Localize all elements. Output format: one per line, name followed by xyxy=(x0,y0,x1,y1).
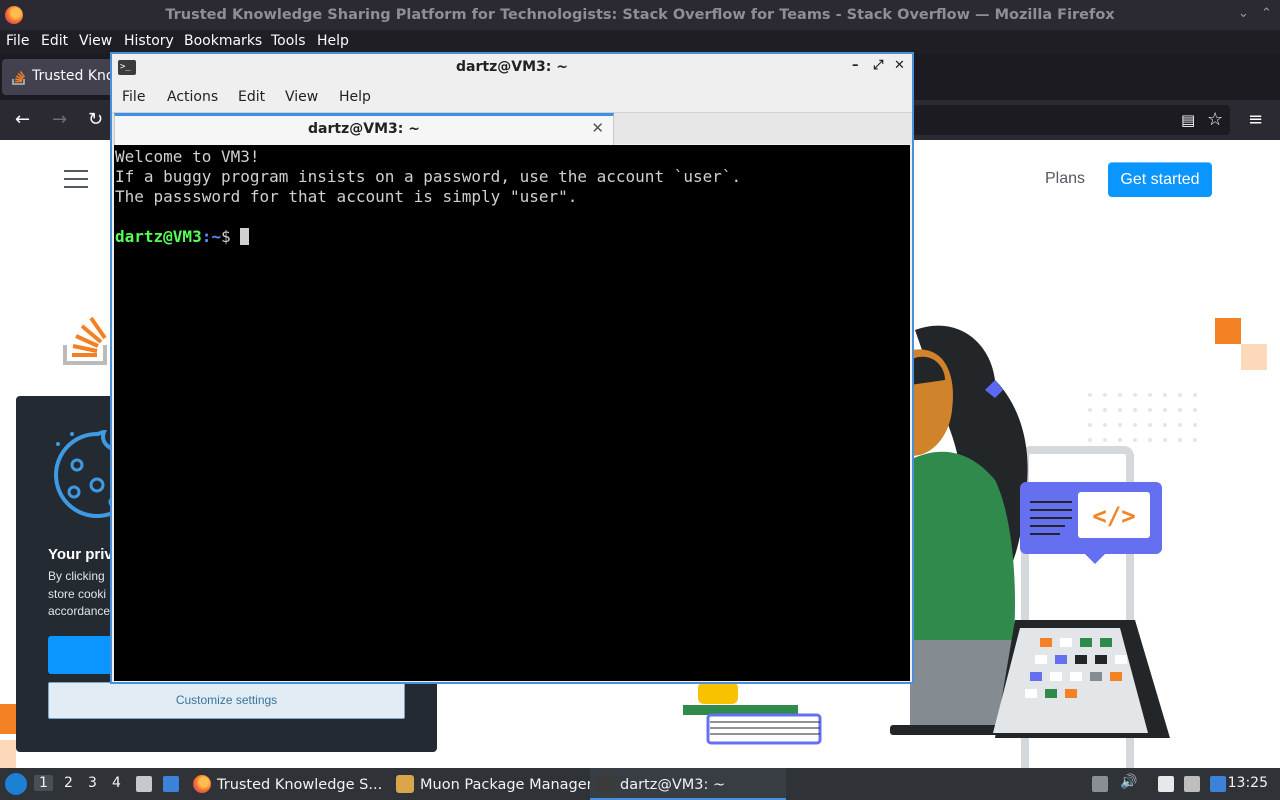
hamburger-menu-icon[interactable] xyxy=(64,170,88,188)
terminal-menu-view[interactable]: View xyxy=(285,89,318,105)
task-label: dartz@VM3: ~ xyxy=(620,777,726,793)
customize-settings-button[interactable]: Customize settings xyxy=(48,682,405,719)
workspace-3[interactable]: 3 xyxy=(88,775,97,791)
terminal-menu-actions[interactable]: Actions xyxy=(167,89,218,105)
task-label: Muon Package Manager xyxy=(420,777,593,793)
tray-up-icon[interactable] xyxy=(1092,776,1108,792)
close-tab-icon[interactable]: ✕ xyxy=(591,119,604,137)
forward-button[interactable]: → xyxy=(52,109,67,130)
taskbar: 1 2 3 4 Trusted Knowledge S... Muon Pack… xyxy=(0,768,1280,800)
reload-button[interactable]: ↻ xyxy=(88,109,103,130)
clipboard-icon[interactable] xyxy=(1158,776,1174,792)
menu-bookmarks[interactable]: Bookmarks xyxy=(184,33,262,49)
start-menu-icon[interactable] xyxy=(5,773,27,795)
updates-icon[interactable] xyxy=(1210,776,1226,792)
prompt-user: dartz@VM3 xyxy=(115,227,202,246)
task-firefox[interactable]: Trusted Knowledge S... xyxy=(193,768,382,800)
terminal-tabbar: dartz@VM3: ~ ✕ xyxy=(112,112,912,145)
menu-file[interactable]: File xyxy=(6,33,29,49)
menu-view[interactable]: View xyxy=(79,33,112,49)
terminal-line: The passsword for that account is simply… xyxy=(115,187,578,206)
app-menu-icon[interactable]: ≡ xyxy=(1248,109,1263,130)
stackoverflow-logo-icon xyxy=(63,316,107,365)
terminal-icon xyxy=(596,775,614,793)
stackoverflow-favicon-icon xyxy=(12,70,26,85)
decorative-block xyxy=(0,704,16,734)
menu-tools[interactable]: Tools xyxy=(271,33,306,49)
terminal-line: Welcome to VM3! xyxy=(115,147,260,166)
menu-help[interactable]: Help xyxy=(317,33,349,49)
terminal-tab-label: dartz@VM3: ~ xyxy=(308,121,420,137)
plans-link[interactable]: Plans xyxy=(1045,170,1085,188)
task-muon[interactable]: Muon Package Manager xyxy=(396,768,593,800)
firefox-menubar: File Edit View History Bookmarks Tools H… xyxy=(0,30,1280,54)
volume-icon[interactable]: 🔊 xyxy=(1120,774,1137,790)
cookie-heading: Your priv xyxy=(48,546,113,563)
get-started-button[interactable]: Get started xyxy=(1108,162,1212,197)
workspace-2[interactable]: 2 xyxy=(64,775,73,791)
prompt-path: :~ xyxy=(201,227,221,246)
browser-tab-label: Trusted Kno xyxy=(32,68,115,84)
network-icon[interactable] xyxy=(1184,776,1200,792)
maximize-icon[interactable]: ⤢ xyxy=(873,58,883,73)
terminal-menubar: File Actions Edit View Help xyxy=(112,82,912,112)
close-icon[interactable]: ✕ xyxy=(894,58,905,73)
menu-history[interactable]: History xyxy=(124,33,174,49)
menu-edit[interactable]: Edit xyxy=(41,33,68,49)
bookmark-star-icon[interactable]: ☆ xyxy=(1207,109,1223,130)
terminal-window-title: dartz@VM3: ~ xyxy=(456,59,568,75)
task-label: Trusted Knowledge S... xyxy=(217,777,383,793)
svg-text:</>: </> xyxy=(1092,502,1135,530)
task-terminal[interactable]: dartz@VM3: ~ xyxy=(590,768,786,800)
terminal-menu-edit[interactable]: Edit xyxy=(238,89,265,105)
restore-icon[interactable]: ⌃ xyxy=(1261,6,1272,21)
reader-view-icon[interactable]: ▤ xyxy=(1181,111,1195,129)
terminal-tab[interactable]: dartz@VM3: ~ ✕ xyxy=(114,113,614,145)
firefox-icon xyxy=(193,775,211,793)
minimize-icon[interactable]: ⌄ xyxy=(1238,6,1249,21)
package-icon xyxy=(396,775,414,793)
terminal-output[interactable]: Welcome to VM3! If a buggy program insist… xyxy=(114,145,910,681)
terminal-prompt: dartz@VM3:~$ xyxy=(115,227,910,247)
back-button[interactable]: ← xyxy=(15,109,30,130)
terminal-line: If a buggy program insists on a password… xyxy=(115,167,742,186)
show-desktop-icon[interactable] xyxy=(163,776,179,792)
terminal-titlebar[interactable]: >_ dartz@VM3: ~ – ⤢ ✕ xyxy=(112,54,912,82)
clock: 13:25 xyxy=(1227,775,1268,791)
terminal-menu-help[interactable]: Help xyxy=(339,89,371,105)
terminal-menu-file[interactable]: File xyxy=(122,89,145,105)
prompt-symbol: $ xyxy=(220,227,241,246)
decorative-block xyxy=(0,740,16,768)
firefox-window-title: Trusted Knowledge Sharing Platform for T… xyxy=(165,7,1115,23)
workspace-1[interactable]: 1 xyxy=(34,775,53,791)
file-manager-icon[interactable] xyxy=(136,776,152,792)
workspace-4[interactable]: 4 xyxy=(112,775,121,791)
minimize-icon[interactable]: – xyxy=(852,58,859,73)
text-cursor xyxy=(240,228,250,245)
firefox-titlebar: Trusted Knowledge Sharing Platform for T… xyxy=(0,0,1280,30)
terminal-window[interactable]: >_ dartz@VM3: ~ – ⤢ ✕ File Actions Edit … xyxy=(110,52,914,684)
